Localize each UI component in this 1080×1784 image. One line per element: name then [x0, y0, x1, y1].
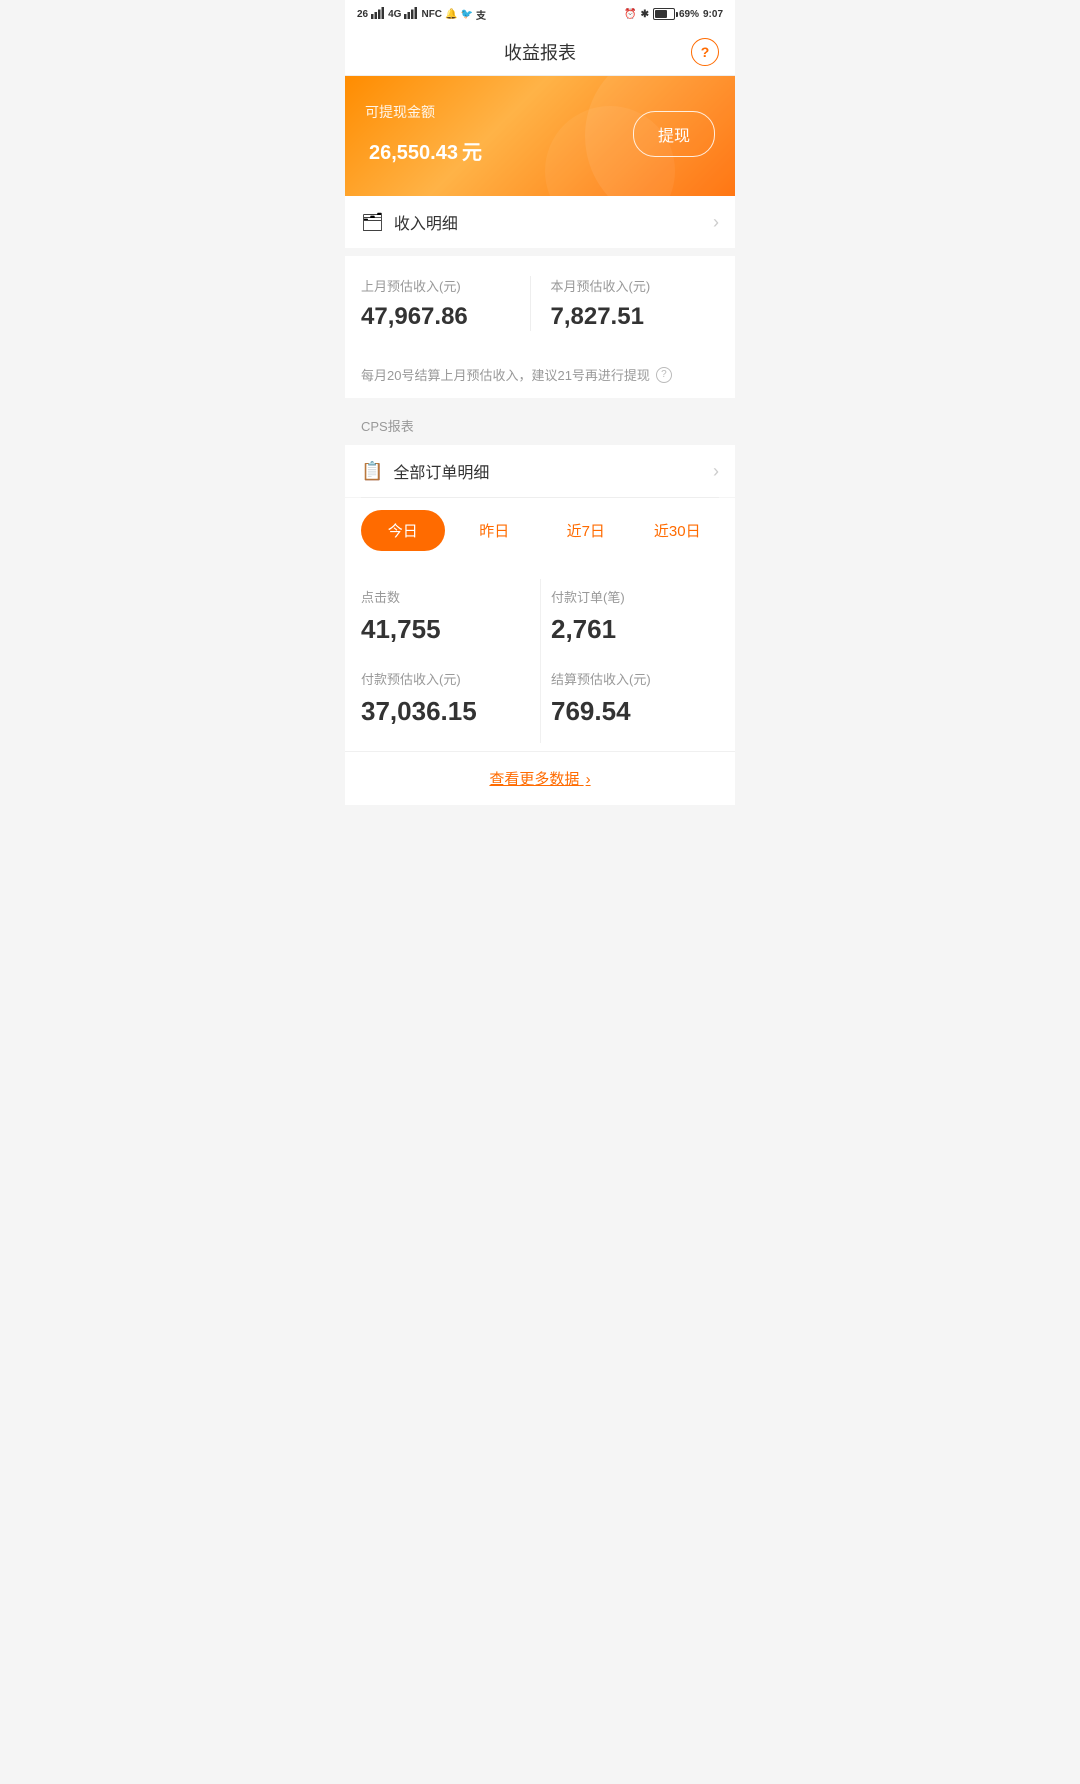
settle-income-label: 结算预估收入(元) — [551, 669, 719, 688]
status-left: 26 4G NFC 🔔 🐦 支 — [357, 7, 486, 22]
bluetooth-icon: ✱ — [641, 9, 649, 20]
balance-left: 可提现金额 26,550.43元 — [365, 102, 482, 166]
order-icon: 📋 — [361, 461, 383, 482]
pay-income-label: 付款预估收入(元) — [361, 669, 530, 688]
order-count-value: 2,761 — [551, 614, 719, 645]
notice-help-icon[interactable]: ? — [656, 367, 672, 383]
chevron-right-icon: › — [713, 212, 719, 233]
view-more-arrow: › — [586, 771, 591, 788]
cps-section-header: CPS报表 — [345, 406, 735, 445]
settle-income-item: 结算预估收入(元) 769.54 — [540, 661, 719, 743]
signal-bars2 — [404, 7, 418, 22]
order-count-label: 付款订单(笔) — [551, 587, 719, 606]
tab-7days[interactable]: 近7日 — [544, 510, 628, 551]
settle-income-value: 769.54 — [551, 696, 719, 727]
this-month-stat: 本月预估收入(元) 7,827.51 — [530, 276, 720, 331]
wallet-icon: 🗂 — [361, 212, 384, 233]
stats-grid: 点击数 41,755 付款订单(笔) 2,761 付款预估收入(元) 37,03… — [345, 563, 735, 751]
tab-yesterday[interactable]: 昨日 — [453, 510, 537, 551]
order-chevron-icon: › — [713, 461, 719, 482]
status-bar: 26 4G NFC 🔔 🐦 支 ⏰ ✱ 69% 9:07 — [345, 0, 735, 28]
this-month-value: 7,827.51 — [551, 303, 720, 331]
pay-income-value: 37,036.15 — [361, 696, 530, 727]
balance-label: 可提现金额 — [365, 102, 482, 122]
cps-label: CPS报表 — [361, 419, 414, 434]
order-detail-row[interactable]: 📋 全部订单明细 › — [345, 445, 735, 497]
notice-bar: 每月20号结算上月预估收入，建议21号再进行提现 ? — [345, 351, 735, 398]
time: 9:07 — [703, 9, 723, 20]
nav-bar: 收益报表 ? — [345, 28, 735, 76]
view-more-label: 查看更多数据 — [489, 771, 579, 788]
help-button[interactable]: ? — [691, 38, 719, 66]
click-count-value: 41,755 — [361, 614, 530, 645]
view-more-section: 查看更多数据 › — [345, 751, 735, 805]
last-month-value: 47,967.86 — [361, 303, 530, 331]
this-month-label: 本月预估收入(元) — [551, 276, 720, 295]
click-count-label: 点击数 — [361, 587, 530, 606]
status-right: ⏰ ✱ 69% 9:07 — [624, 8, 723, 21]
divider-2 — [345, 398, 735, 406]
income-detail-row[interactable]: 🗂 收入明细 › — [345, 196, 735, 248]
tab-bar: 今日 昨日 近7日 近30日 — [345, 498, 735, 563]
signal-bars — [371, 7, 385, 22]
tab-30days[interactable]: 近30日 — [636, 510, 720, 551]
order-count-item: 付款订单(笔) 2,761 — [540, 579, 719, 661]
nfc-icon: NFC — [421, 9, 442, 20]
click-count-item: 点击数 41,755 — [361, 579, 540, 661]
income-detail-label: 收入明细 — [394, 210, 713, 234]
income-stats: 上月预估收入(元) 47,967.86 本月预估收入(元) 7,827.51 — [345, 256, 735, 351]
page-title: 收益报表 — [504, 39, 576, 65]
signal-icon: 26 — [357, 9, 368, 20]
battery-percent: 69% — [679, 9, 699, 20]
4g-icon: 4G — [388, 9, 401, 20]
battery-icon — [653, 8, 675, 21]
notice-text: 每月20号结算上月预估收入，建议21号再进行提现 — [361, 365, 650, 384]
withdraw-button[interactable]: 提现 — [633, 111, 715, 157]
last-month-label: 上月预估收入(元) — [361, 276, 530, 295]
balance-amount: 26,550.43元 — [365, 128, 482, 166]
balance-banner: 可提现金额 26,550.43元 提现 — [345, 76, 735, 196]
app-icon: 🐦 — [460, 9, 472, 20]
notification-icon: 🔔 — [445, 9, 457, 20]
order-detail-label: 全部订单明细 — [393, 459, 713, 483]
view-more-link[interactable]: 查看更多数据 › — [489, 771, 590, 788]
pay-icon: 支 — [476, 7, 486, 22]
divider-1 — [345, 248, 735, 256]
alarm-icon: ⏰ — [624, 9, 636, 20]
pay-income-item: 付款预估收入(元) 37,036.15 — [361, 661, 540, 743]
last-month-stat: 上月预估收入(元) 47,967.86 — [361, 276, 530, 331]
tab-today[interactable]: 今日 — [361, 510, 445, 551]
